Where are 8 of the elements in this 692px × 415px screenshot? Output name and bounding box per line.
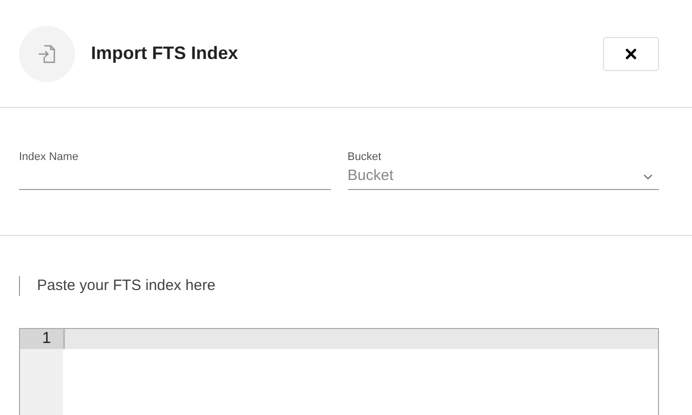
field-label: Bucket (348, 150, 382, 164)
close-button[interactable] (603, 36, 659, 70)
field-label: Index Name (19, 150, 80, 164)
bucket-dropdown[interactable]: Bucket (348, 164, 659, 190)
paste-hint: Paste your FTS index here (19, 276, 673, 296)
line-number: 1 (20, 329, 63, 349)
code-editor[interactable]: 1 (19, 328, 659, 415)
dialog-title: Import FTS Index (91, 42, 238, 65)
